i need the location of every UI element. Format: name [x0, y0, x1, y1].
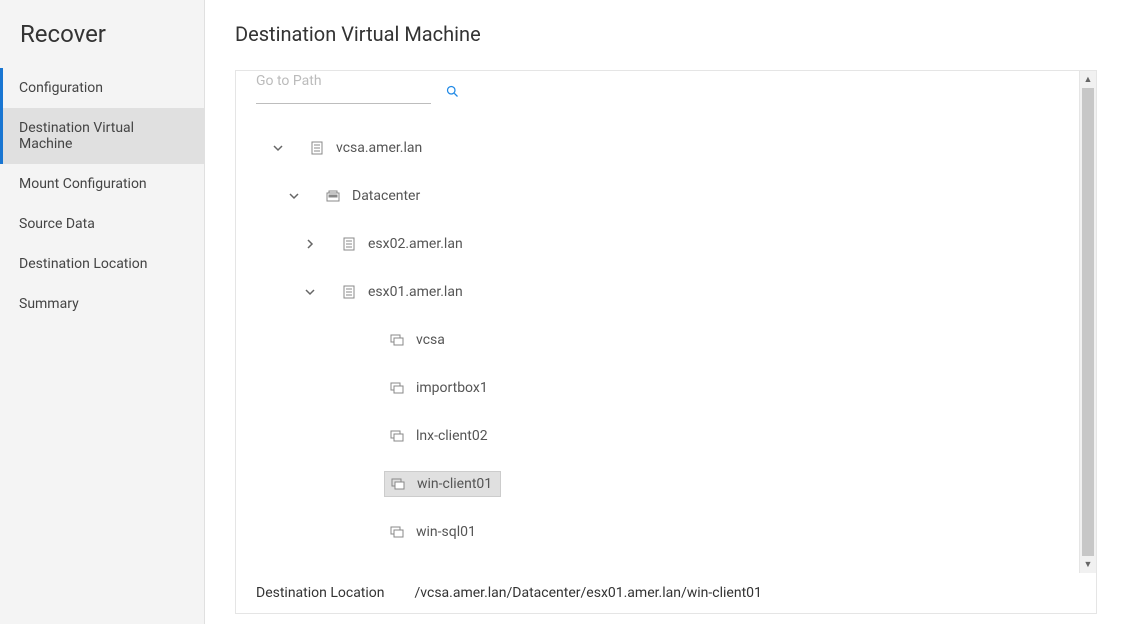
sidebar-item-label: Summary — [19, 296, 79, 312]
scrollbar[interactable]: ▲ ▼ — [1079, 71, 1096, 573]
tree-row[interactable]: vcsa.amer.lan — [266, 124, 1076, 172]
tree-row[interactable]: esx01.amer.lan — [266, 268, 1076, 316]
tree-node[interactable]: esx01.amer.lan — [336, 280, 471, 304]
search-ghost-text: Go to Path — [256, 73, 322, 89]
tree-node[interactable]: esx02.amer.lan — [336, 232, 471, 256]
scroll-down-arrow[interactable]: ▼ — [1080, 556, 1096, 573]
vm-icon — [388, 382, 406, 394]
vm-icon — [389, 478, 407, 490]
tree-node[interactable]: Datacenter — [320, 184, 428, 208]
host-icon — [340, 285, 358, 299]
sidebar-item-mount-configuration[interactable]: Mount Configuration — [0, 164, 204, 204]
destination-location-row: Destination Location /vcsa.amer.lan/Data… — [236, 573, 1096, 613]
tree-node-label: esx02.amer.lan — [368, 236, 463, 252]
datacenter-icon — [324, 190, 342, 202]
tree-node[interactable]: importbox1 — [384, 376, 496, 400]
tree-row[interactable]: win-sql01 — [266, 508, 1076, 556]
tree-node-label: lnx-client02 — [416, 428, 488, 444]
tree-row[interactable]: esx02.amer.lan — [266, 220, 1076, 268]
vm-icon — [388, 334, 406, 346]
sidebar-item-configuration[interactable]: Configuration — [0, 68, 204, 108]
sidebar-item-label: Destination Location — [19, 256, 148, 272]
vm-icon — [388, 526, 406, 538]
tree-row[interactable]: lnx-client02 — [266, 412, 1076, 460]
sidebar-item-label: Source Data — [19, 216, 95, 232]
chevron-down-icon[interactable] — [282, 190, 306, 202]
destination-location-label: Destination Location — [256, 585, 385, 601]
tree-node-label: esx01.amer.lan — [368, 284, 463, 300]
scroll-thumb[interactable] — [1082, 88, 1094, 556]
tree-node-label: importbox1 — [416, 380, 488, 396]
panel-content: Go to Path vcsa.amer.lan Datacenter esx02.… — [236, 71, 1096, 573]
tree-node[interactable]: vcsa.amer.lan — [304, 136, 430, 160]
sidebar-item-destination-location[interactable]: Destination Location — [0, 244, 204, 284]
sidebar-title: Recover — [0, 20, 204, 68]
sidebar-item-destination-virtual-machine[interactable]: Destination Virtual Machine — [0, 108, 204, 164]
tree-node-label: vcsa — [416, 332, 445, 348]
tree-node-label: Datacenter — [352, 188, 420, 204]
server-icon — [308, 141, 326, 155]
host-icon — [340, 237, 358, 251]
tree-node-label: vcsa.amer.lan — [336, 140, 422, 156]
chevron-down-icon[interactable] — [266, 142, 290, 154]
vm-tree: vcsa.amer.lan Datacenter esx02.amer.lan esx… — [256, 124, 1076, 566]
sidebar-nav: Configuration Destination Virtual Machine… — [0, 68, 204, 324]
sidebar-item-summary[interactable]: Summary — [0, 284, 204, 324]
tree-node[interactable]: win-sql01 — [384, 520, 484, 544]
scroll-up-arrow[interactable]: ▲ — [1080, 71, 1096, 88]
sidebar-item-label: Mount Configuration — [19, 176, 147, 192]
main-pane: Destination Virtual Machine Go to Path v… — [205, 0, 1127, 624]
page-title: Destination Virtual Machine — [235, 22, 1097, 46]
search-icon[interactable] — [445, 84, 460, 99]
sidebar-item-source-data[interactable]: Source Data — [0, 204, 204, 244]
destination-location-path: /vcsa.amer.lan/Datacenter/esx01.amer.lan… — [415, 585, 762, 601]
tree-row[interactable]: vcsa — [266, 316, 1076, 364]
tree-row[interactable]: win-client01 — [266, 460, 1076, 508]
sidebar-item-label: Configuration — [19, 80, 103, 96]
search-row: Go to Path — [256, 79, 1076, 104]
sidebar: Recover Configuration Destination Virtual… — [0, 0, 205, 624]
vm-panel: Go to Path vcsa.amer.lan Datacenter esx02.… — [235, 70, 1097, 614]
chevron-right-icon[interactable] — [298, 238, 322, 250]
vm-icon — [388, 430, 406, 442]
chevron-down-icon[interactable] — [298, 286, 322, 298]
sidebar-item-label: Destination Virtual Machine — [19, 120, 134, 152]
tree-node-label: win-sql01 — [416, 524, 476, 540]
tree-node[interactable]: lnx-client02 — [384, 424, 496, 448]
tree-row[interactable]: Datacenter — [266, 172, 1076, 220]
tree-node[interactable]: vcsa — [384, 328, 453, 352]
tree-node-label: win-client01 — [417, 476, 492, 492]
tree-node[interactable]: win-client01 — [384, 471, 501, 497]
tree-row[interactable]: importbox1 — [266, 364, 1076, 412]
